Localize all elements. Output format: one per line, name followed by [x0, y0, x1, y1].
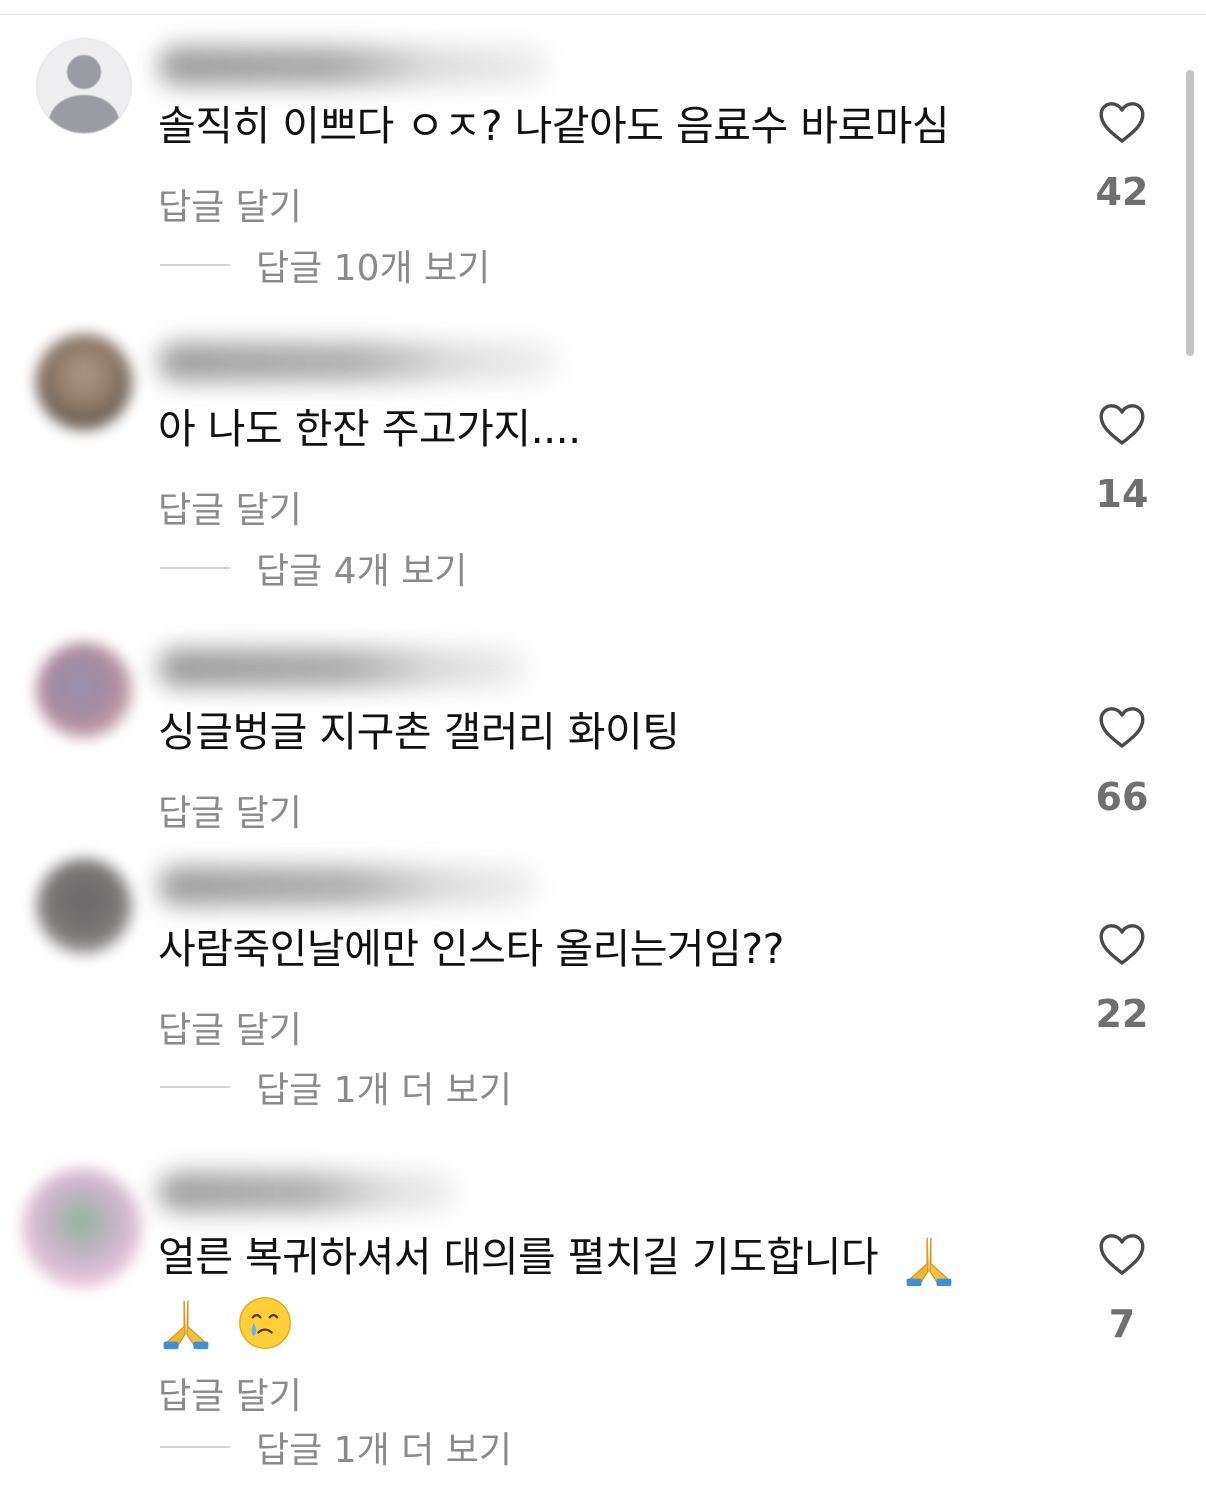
comment-text: 싱글벙글 지구촌 갤러리 화이팅 [158, 708, 680, 756]
reply-button[interactable]: 답글 달기 [158, 481, 302, 533]
folded-hands-emoji [163, 1300, 209, 1350]
like-group: 22 [1090, 922, 1154, 1036]
comment-text-body: 얼른 복귀하셔서 대의를 펼치길 기도합니다 [158, 1233, 879, 1281]
like-group: 66 [1090, 705, 1154, 819]
like-count: 14 [1095, 472, 1149, 516]
comment-text-emoji-line [158, 1289, 293, 1351]
view-replies-button[interactable]: 답글 10개 보기 [160, 242, 491, 289]
view-replies-button[interactable]: 답글 1개 더 보기 [160, 1064, 512, 1111]
view-replies-label: 답글 4개 보기 [256, 551, 468, 592]
like-count: 22 [1095, 992, 1149, 1036]
scrollbar[interactable] [1186, 70, 1194, 356]
like-group: 7 [1090, 1232, 1154, 1346]
folded-hands-emoji [906, 1237, 952, 1287]
avatar[interactable] [36, 38, 132, 134]
reply-button[interactable]: 답글 달기 [158, 784, 302, 836]
username-blurred[interactable] [158, 866, 538, 906]
like-group: 14 [1090, 402, 1154, 516]
username-blurred[interactable] [158, 648, 528, 688]
username-blurred[interactable] [158, 46, 548, 86]
reply-button[interactable]: 답글 달기 [158, 1001, 302, 1053]
replies-divider [160, 567, 230, 569]
view-replies-label: 답글 1개 더 보기 [256, 1070, 512, 1111]
heart-outline-icon[interactable] [1098, 922, 1146, 966]
replies-divider [160, 1446, 230, 1448]
username-blurred[interactable] [158, 342, 558, 382]
face-holding-back-tears-emoji [238, 1297, 291, 1349]
like-group: 42 [1090, 100, 1154, 214]
username-blurred[interactable] [158, 1172, 458, 1212]
reply-button[interactable]: 답글 달기 [158, 178, 302, 230]
avatar[interactable] [36, 858, 132, 954]
comment-text: 사람죽인날에만 인스타 올리는거임?? [158, 925, 784, 973]
view-replies-label: 답글 1개 더 보기 [256, 1430, 512, 1471]
comment-text: 얼른 복귀하셔서 대의를 펼치길 기도합니다 [158, 1226, 957, 1288]
like-count: 7 [1108, 1302, 1136, 1346]
avatar[interactable] [36, 642, 132, 738]
replies-divider [160, 1086, 230, 1088]
top-divider [0, 14, 1206, 15]
like-count: 42 [1095, 170, 1149, 214]
comment-text: 솔직히 이쁘다 ㅇㅈ? 나같아도 음료수 바로마심 [158, 102, 950, 150]
heart-outline-icon[interactable] [1098, 1232, 1146, 1276]
heart-outline-icon[interactable] [1098, 705, 1146, 749]
avatar[interactable] [36, 334, 132, 430]
reply-button[interactable]: 답글 달기 [158, 1367, 302, 1419]
replies-divider [160, 264, 230, 266]
view-replies-button[interactable]: 답글 1개 더 보기 [160, 1424, 512, 1471]
avatar[interactable] [22, 1168, 142, 1288]
heart-outline-icon[interactable] [1098, 100, 1146, 144]
comment-text: 아 나도 한잔 주고가지.... [158, 405, 581, 453]
like-count: 66 [1095, 775, 1149, 819]
view-replies-label: 답글 10개 보기 [256, 248, 491, 289]
heart-outline-icon[interactable] [1098, 402, 1146, 446]
view-replies-button[interactable]: 답글 4개 보기 [160, 545, 468, 592]
